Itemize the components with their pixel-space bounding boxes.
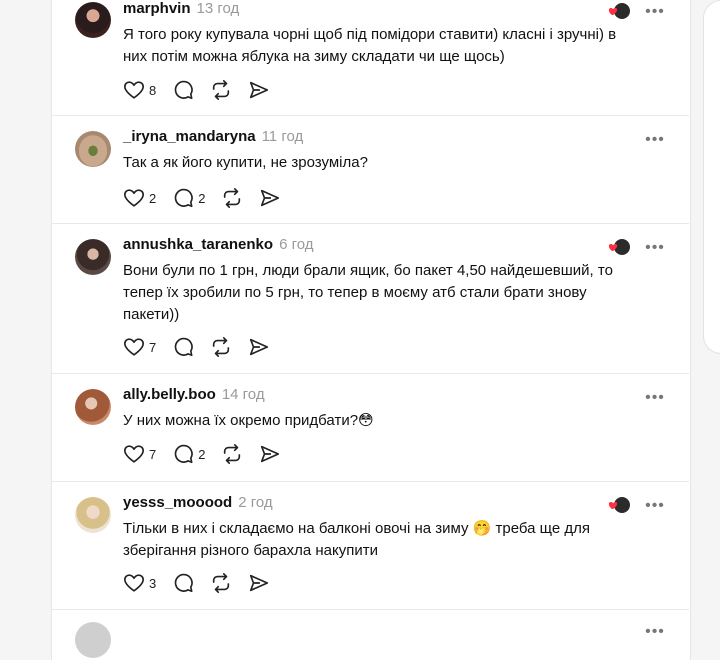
repost-button[interactable] [210, 336, 232, 358]
author-liked-reaction-icon [607, 238, 631, 256]
share-button[interactable] [248, 79, 270, 101]
comment-icon [174, 188, 194, 208]
comment-text: Тільки в них і складаємо на балконі овоч… [123, 520, 590, 559]
username[interactable]: _iryna_mandaryna [123, 128, 256, 145]
comment-item: annushka_taranenko 6 год ••• Вони були п… [51, 224, 689, 374]
like-button[interactable]: 3 [123, 572, 156, 594]
send-icon [250, 338, 269, 356]
comment-item-partial: ••• [51, 610, 689, 658]
like-button[interactable]: 8 [123, 79, 156, 101]
more-options-icon[interactable]: ••• [645, 622, 665, 642]
more-options-icon[interactable]: ••• [645, 388, 665, 408]
comment-icon [174, 80, 194, 100]
like-button[interactable]: 2 [123, 187, 156, 209]
reply-button[interactable] [172, 79, 194, 101]
repost-icon [213, 573, 230, 593]
like-button[interactable]: 7 [123, 336, 156, 358]
username[interactable]: marphvin [123, 0, 191, 17]
share-button[interactable] [248, 336, 270, 358]
heart-icon [124, 189, 144, 207]
reply-count: 2 [198, 190, 206, 206]
comment-item: marphvin 13 год ••• Я того року купувала… [51, 0, 689, 116]
more-options-icon[interactable]: ••• [645, 238, 665, 258]
send-icon [250, 81, 269, 99]
like-button[interactable]: 7 [123, 443, 156, 465]
repost-icon [213, 80, 230, 100]
timestamp: 6 год [279, 236, 314, 253]
side-panel [703, 0, 720, 354]
avatar[interactable] [75, 497, 111, 533]
avatar[interactable] [75, 389, 111, 425]
username[interactable]: yesss_mooood [123, 494, 232, 511]
send-icon [261, 445, 280, 463]
repost-icon [224, 188, 241, 208]
comment-item: ally.belly.boo 14 год ••• У них можна їх… [51, 374, 689, 482]
like-count: 3 [149, 575, 157, 591]
repost-button[interactable] [210, 572, 232, 594]
timestamp: 2 год [238, 494, 273, 511]
comment-icon [174, 573, 194, 593]
heart-icon [124, 574, 144, 592]
repost-icon [213, 337, 230, 357]
heart-icon [124, 338, 144, 356]
share-button[interactable] [248, 572, 270, 594]
like-count: 7 [149, 446, 157, 462]
repost-button[interactable] [221, 187, 243, 209]
author-liked-reaction-icon [607, 496, 631, 514]
username[interactable]: annushka_taranenko [123, 236, 273, 253]
comment-icon [174, 337, 194, 357]
more-options-icon[interactable]: ••• [645, 130, 665, 150]
author-liked-reaction-icon [607, 2, 631, 20]
heart-icon [124, 81, 144, 99]
timestamp: 13 год [196, 0, 240, 17]
repost-button[interactable] [221, 443, 243, 465]
repost-icon [224, 444, 241, 464]
send-icon [261, 189, 280, 207]
reply-button[interactable] [172, 572, 194, 594]
comment-text: Так а як його купити, не зрозуміла? [123, 154, 368, 171]
comment-text: У них можна їх окремо придбати?😳 [123, 412, 374, 429]
comment-text: Я того року купувала чорні щоб під помід… [123, 26, 617, 65]
comment-text: Вони були по 1 грн, люди брали ящик, бо … [123, 262, 613, 323]
timestamp: 14 год [221, 386, 265, 403]
comment-icon [174, 444, 194, 464]
reply-button[interactable]: 2 [172, 443, 205, 465]
repost-button[interactable] [210, 79, 232, 101]
avatar[interactable] [75, 622, 111, 658]
share-button[interactable] [259, 187, 281, 209]
more-options-icon[interactable]: ••• [645, 496, 665, 516]
reply-button[interactable]: 2 [172, 187, 205, 209]
avatar[interactable] [75, 2, 111, 38]
like-count: 2 [149, 190, 157, 206]
comment-item: _iryna_mandaryna 11 год ••• Так а як йог… [51, 116, 689, 224]
reply-count: 2 [198, 446, 206, 462]
avatar[interactable] [75, 239, 111, 275]
send-icon [250, 574, 269, 592]
heart-icon [124, 445, 144, 463]
like-count: 7 [149, 339, 157, 355]
timestamp: 11 год [261, 128, 304, 145]
avatar[interactable] [75, 131, 111, 167]
share-button[interactable] [259, 443, 281, 465]
reply-button[interactable] [172, 336, 194, 358]
like-count: 8 [149, 82, 157, 98]
more-options-icon[interactable]: ••• [645, 2, 665, 22]
username[interactable]: ally.belly.boo [123, 386, 216, 403]
comment-item: yesss_mooood 2 год ••• Тільки в них і ск… [51, 482, 689, 610]
